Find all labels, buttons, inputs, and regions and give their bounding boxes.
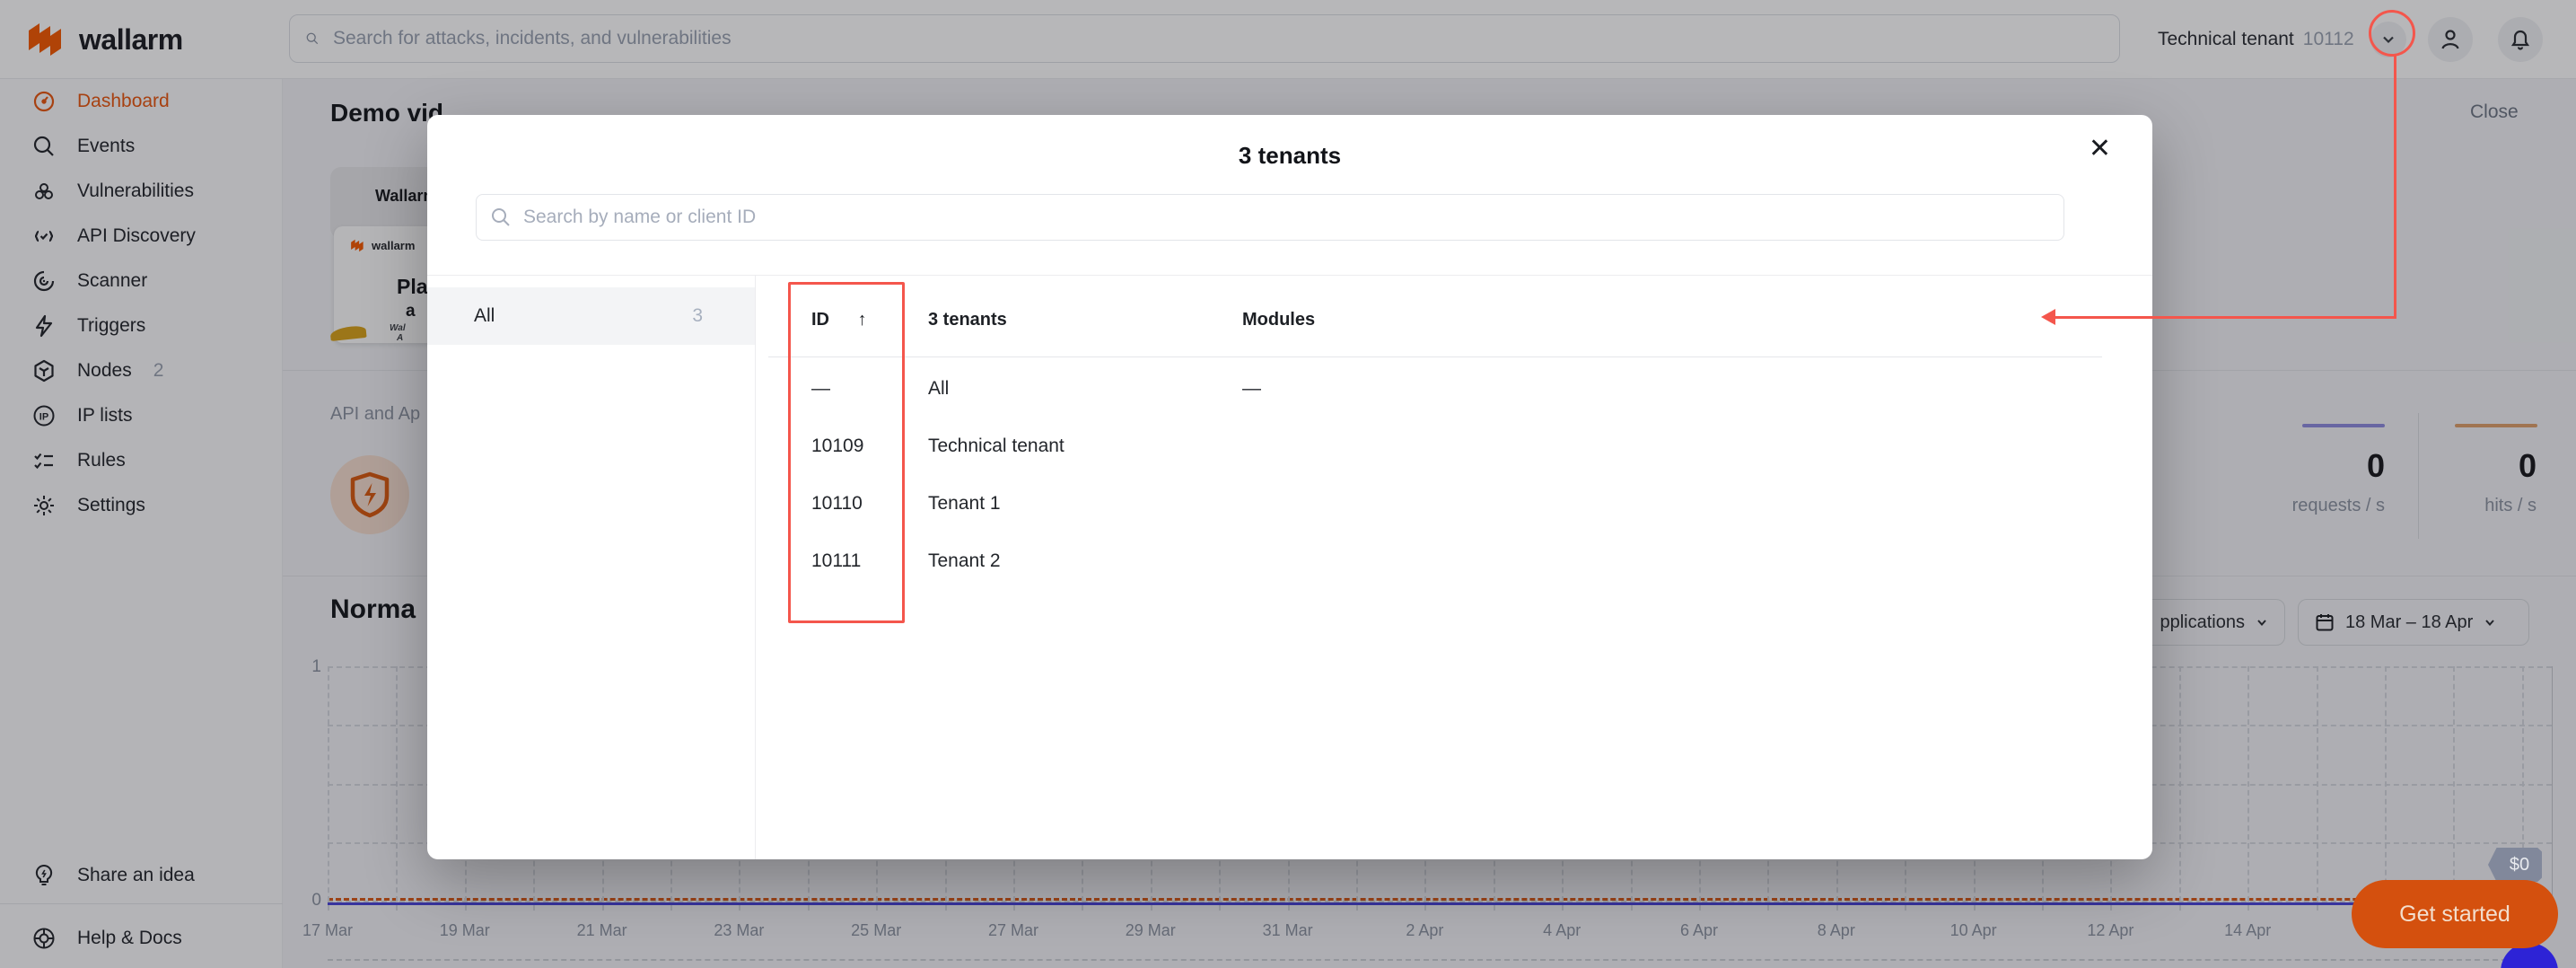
cell-modules: — (1242, 378, 1261, 400)
price-badge: $0 (2488, 848, 2542, 882)
tenant-search-input[interactable] (521, 206, 2049, 229)
tenant-search[interactable] (476, 194, 2064, 241)
modal-header-divider (427, 275, 2152, 276)
cell-name: Tenant 2 (928, 550, 1001, 572)
annotation-connector-horizontal (2055, 316, 2396, 319)
table-header-divider (768, 356, 2102, 357)
annotation-connector-vertical (2394, 55, 2396, 317)
annotation-id-column-box (788, 282, 905, 623)
search-icon (491, 207, 511, 227)
modal-title: 3 tenants (427, 142, 2152, 170)
annotation-tenant-dropdown-circle (2369, 10, 2415, 57)
cell-name: Tenant 1 (928, 493, 1001, 515)
annotation-arrowhead (2041, 309, 2055, 325)
modal-close-button[interactable]: ✕ (2083, 135, 2116, 163)
tenant-group-all[interactable]: All 3 (427, 287, 755, 345)
cell-name: All (928, 378, 949, 400)
tenants-modal: 3 tenants ✕ All 3 ID ↑ 3 tenants Modules… (427, 115, 2152, 859)
tenant-group-label: All (474, 305, 495, 327)
get-started-button[interactable]: Get started (2352, 880, 2558, 948)
column-header-modules[interactable]: Modules (1242, 310, 1315, 330)
cell-name: Technical tenant (928, 436, 1065, 457)
column-header-name[interactable]: 3 tenants (928, 310, 1007, 330)
app-root: wallarm Technical tenant 10112 Dashboard (0, 0, 2576, 968)
modal-panel-divider (755, 276, 756, 859)
tenant-group-count: 3 (692, 305, 703, 327)
